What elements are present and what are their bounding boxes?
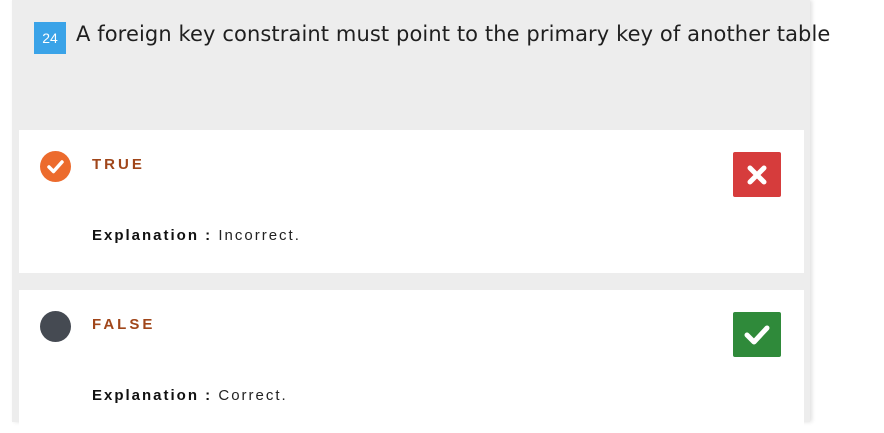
check-icon: [733, 312, 781, 357]
option-false[interactable]: FALSE Explanation : Correct.: [19, 290, 804, 433]
question-number-badge: 24: [34, 22, 66, 54]
explanation-key: Explanation :: [92, 387, 213, 404]
question-header: 24 A foreign key constraint must point t…: [34, 20, 830, 60]
question-text: A foreign key constraint must point to t…: [76, 22, 831, 46]
radio-unchecked-icon[interactable]: [40, 311, 71, 342]
option-label: FALSE: [92, 316, 156, 333]
close-icon: [733, 152, 781, 197]
explanation-value: Incorrect.: [218, 227, 301, 244]
explanation-key: Explanation :: [92, 227, 213, 244]
option-explanation: Explanation : Correct.: [92, 387, 288, 404]
option-explanation: Explanation : Incorrect.: [92, 227, 301, 244]
explanation-value: Correct.: [218, 387, 288, 404]
quiz-panel: 24 A foreign key constraint must point t…: [12, 0, 830, 433]
radio-checked-icon[interactable]: [40, 151, 71, 182]
option-true[interactable]: TRUE Explanation : Incorrect.: [19, 130, 804, 273]
option-label: TRUE: [92, 156, 145, 173]
